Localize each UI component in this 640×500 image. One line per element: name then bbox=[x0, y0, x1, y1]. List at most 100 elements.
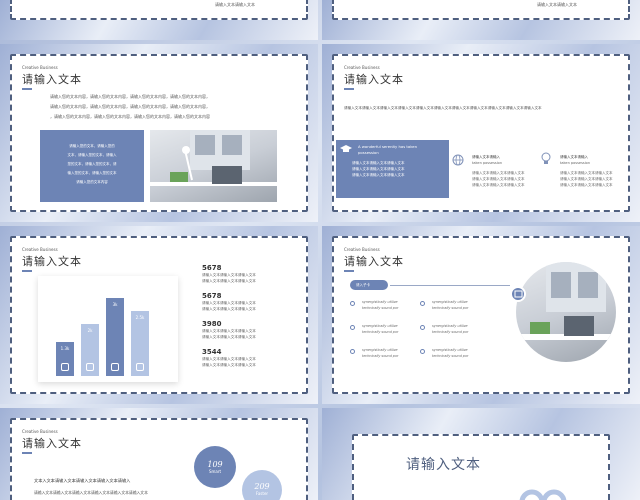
bullet-icon bbox=[420, 301, 425, 306]
slide-paragraph: 请输入您的文本内容，请输入您的文本内容，请输入您的文本内容，请输入您的文本内容，… bbox=[50, 92, 300, 122]
stat-block: 3544 请输入文本请输入文本请输入文本 请输入文本请输入文本请输入文本 bbox=[202, 348, 302, 368]
col2: 请输入文本请输入 taken possession 请输入文本请输入文本请输入文… bbox=[472, 154, 525, 188]
slide-title: 请输入文本 bbox=[344, 73, 404, 86]
slide-text: 文本入文本请输入文本请输入文本请输入文本请输入 bbox=[34, 478, 131, 483]
chart-bar: 2.5k bbox=[131, 311, 149, 376]
decorative-rings bbox=[518, 484, 568, 500]
round-photo-illustration bbox=[516, 262, 616, 340]
slide-grid: 请输入文本请输入文本 请输入文本请输入文本 Creative Business … bbox=[0, 0, 640, 500]
bullet-icon bbox=[420, 349, 425, 354]
item-line: synergistically utilize bbox=[432, 348, 468, 352]
stat-value: 3980 bbox=[202, 320, 222, 328]
slide-tag: Creative Business bbox=[344, 247, 380, 252]
stats-list: 5678 请输入文本请输入文本请输入文本 请输入文本请输入文本请输入文本 5678 请输… bbox=[202, 264, 302, 376]
box-heading: A wonderful serenity has taken possessio… bbox=[358, 144, 418, 155]
slide-title: 请输入文本 bbox=[344, 255, 404, 268]
title-underline bbox=[22, 270, 32, 272]
banner-text: 请输入文本请输入文本请输入文本请输入文本请输入文本请输入文本请输入文本请输入文本… bbox=[344, 106, 542, 110]
slide-card bbox=[352, 434, 610, 500]
item-line: synergistically utilize bbox=[432, 324, 468, 328]
image-icon bbox=[514, 290, 523, 298]
item-line: synergistically utilize bbox=[432, 300, 468, 304]
stat-line: 请输入文本请输入文本请输入文本 bbox=[202, 363, 256, 367]
globe-icon bbox=[452, 154, 464, 166]
col-sub: taken possession bbox=[560, 161, 591, 165]
stat-circle: 109 Smart bbox=[194, 446, 236, 488]
paragraph-line: 请输入您的文本内容，请输入您的文本内容，请输入您的文本内容，请输入您的文本内容， bbox=[50, 104, 210, 109]
chart-bar: 2k bbox=[81, 324, 99, 376]
stat-block: 3980 请输入文本请输入文本请输入文本 请输入文本请输入文本请输入文本 bbox=[202, 320, 302, 340]
box-text: 请输入文本请输入文本请输入文本 请输入文本请输入文本请输入文本 请输入文本请输入… bbox=[352, 160, 405, 178]
col-line: 请输入文本请输入文本请输入文本 bbox=[560, 183, 613, 187]
bar-chart: 1.3k 2k 3k 2.5k bbox=[38, 276, 178, 382]
item-line: technically sound por bbox=[432, 330, 469, 334]
slide-tag: Creative Business bbox=[22, 65, 58, 70]
stat-value: 3544 bbox=[202, 348, 222, 356]
box-line: 文本，请输入您的文本，请输入 bbox=[67, 153, 117, 157]
col-sub: taken possession bbox=[472, 161, 503, 165]
slide-tag: Creative Business bbox=[22, 429, 58, 434]
slide-5[interactable]: Creative Business 请输入文本 1.3k 2k 3k 2.5k 567… bbox=[0, 226, 318, 404]
bullet-icon bbox=[350, 301, 355, 306]
section-pill: 请入子卡 bbox=[350, 280, 388, 290]
circle-label: Faster bbox=[255, 491, 269, 496]
stat-line: 请输入文本请输入文本请输入文本 bbox=[202, 335, 256, 339]
slide-8[interactable]: 请输入文本 bbox=[322, 408, 640, 500]
slide-tag: Creative Business bbox=[344, 65, 380, 70]
title-underline bbox=[22, 88, 32, 90]
round-photo bbox=[516, 262, 616, 362]
title-underline bbox=[344, 270, 354, 272]
stat-value: 5678 bbox=[202, 292, 222, 300]
title-underline bbox=[22, 452, 32, 454]
slide-card bbox=[10, 0, 308, 20]
skype-icon bbox=[136, 363, 144, 371]
circle-value: 109 bbox=[207, 460, 223, 469]
slide-text: 请输入文本请输入文本 bbox=[215, 2, 255, 7]
stat-line: 请输入文本请输入文本请输入文本 bbox=[202, 307, 256, 311]
desk-photo bbox=[150, 130, 277, 202]
slide-1[interactable]: 请输入文本请输入文本 bbox=[0, 0, 318, 40]
box-line: 您的文本，请输入您的文本，请 bbox=[67, 162, 117, 166]
slide-text: 请输入文本请输入文本 bbox=[537, 2, 577, 7]
bar-label: 3k bbox=[112, 302, 118, 307]
stat-value: 5678 bbox=[202, 264, 222, 272]
info-box: A wonderful serenity has taken possessio… bbox=[336, 140, 449, 198]
box-line: 请输入您的文本，请输入您的 bbox=[69, 144, 115, 148]
item-line: synergistically utilize bbox=[362, 324, 398, 328]
stat-line: 请输入文本请输入文本请输入文本 bbox=[202, 279, 256, 283]
slide-title: 请输入文本 bbox=[22, 437, 82, 450]
text-box: 请输入您的文本，请输入您的 文本，请输入您的文本，请输入 您的文本，请输入您的文… bbox=[40, 130, 144, 202]
item-line: synergistically utilize bbox=[362, 300, 398, 304]
stat-block: 5678 请输入文本请输入文本请输入文本 请输入文本请输入文本请输入文本 bbox=[202, 292, 302, 312]
circle-label: Smart bbox=[208, 469, 222, 474]
circle-value: 209 bbox=[254, 482, 270, 491]
connector-line bbox=[390, 285, 510, 286]
twitter-icon bbox=[61, 362, 69, 371]
slide-4[interactable]: Creative Business 请输入文本 请输入文本请输入文本请输入文本请… bbox=[322, 44, 640, 222]
items-grid: synergistically utilize technically sound… bbox=[350, 300, 510, 370]
slide-7[interactable]: Creative Business 请输入文本 文本入文本请输入文本请输入文本请… bbox=[0, 408, 318, 500]
item-line: technically sound por bbox=[432, 306, 469, 310]
bullet-icon bbox=[420, 325, 425, 330]
photo-badge bbox=[510, 286, 526, 302]
box-line: 输入您的文本，请输入您的文本 bbox=[67, 171, 117, 175]
slide-title: 请输入文本 bbox=[22, 255, 82, 268]
slide-2[interactable]: 请输入文本请输入文本 bbox=[322, 0, 640, 40]
chart-bar: 3k bbox=[106, 298, 124, 376]
slide-card bbox=[332, 0, 630, 20]
slide-3[interactable]: Creative Business 请输入文本 请输入您的文本内容，请输入您的文… bbox=[0, 44, 318, 222]
item-line: technically sound por bbox=[362, 354, 399, 358]
item-line: technically sound por bbox=[432, 354, 469, 358]
slide-6[interactable]: Creative Business 请输入文本 请入子卡 synergistic… bbox=[322, 226, 640, 404]
graduation-cap-icon bbox=[340, 144, 352, 154]
desk-photo-illustration bbox=[150, 130, 277, 186]
slide-title: 请输入文本 bbox=[22, 73, 82, 86]
item-line: synergistically utilize bbox=[362, 348, 398, 352]
col3: 请输入文本请输入 taken possession 请输入文本请输入文本请输入文… bbox=[560, 154, 613, 188]
slide-tag: Creative Business bbox=[22, 247, 58, 252]
bullet-icon bbox=[350, 349, 355, 354]
title-underline bbox=[344, 88, 354, 90]
facebook-icon bbox=[86, 363, 94, 371]
bar-label: 2.5k bbox=[135, 315, 145, 320]
bullet-icon bbox=[350, 325, 355, 330]
